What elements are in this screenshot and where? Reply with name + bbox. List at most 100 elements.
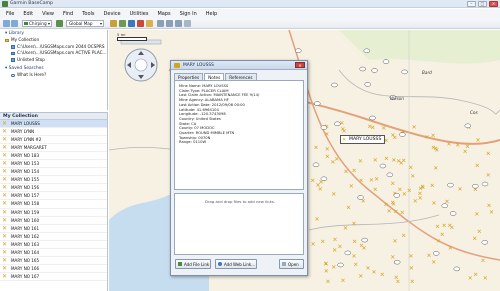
waypoint-marker-icon[interactable]: ✕ xyxy=(358,158,363,165)
waypoint-marker-icon[interactable]: ✕ xyxy=(434,147,439,154)
waypoint-marker-icon[interactable]: ✕ xyxy=(390,132,395,139)
waypoint-marker-icon[interactable]: ✕ xyxy=(436,238,441,245)
waypoint-marker-icon[interactable]: ✕ xyxy=(433,165,438,172)
waypoint-marker-icon[interactable]: ✕ xyxy=(468,275,473,282)
waypoint-marker-icon[interactable]: ✕ xyxy=(352,221,357,228)
collection-item[interactable]: ✕ MARY MARGARET xyxy=(0,144,107,153)
waypoint-marker-icon[interactable]: ✕ xyxy=(315,216,320,223)
waypoint-marker-icon[interactable]: ✕ xyxy=(383,202,388,209)
new-route-icon[interactable] xyxy=(119,20,126,27)
map-view-icon[interactable] xyxy=(56,20,63,27)
waypoint-marker-icon[interactable]: ✕ xyxy=(472,236,477,243)
waypoint-marker-icon[interactable]: ✕ xyxy=(352,167,357,174)
waypoint-marker-icon[interactable]: ✕ xyxy=(333,237,338,244)
collection-item[interactable]: ✕ MARY NO 167 xyxy=(0,273,107,281)
collection-item[interactable]: ✕ MARY NO 155 xyxy=(0,176,107,185)
waypoint-marker-icon[interactable]: ✕ xyxy=(440,232,445,239)
menu-device[interactable]: Device xyxy=(104,11,121,17)
waypoint-marker-icon[interactable]: ✕ xyxy=(401,232,406,239)
add-file-link-button[interactable]: Add File Link xyxy=(175,259,211,269)
back-icon[interactable] xyxy=(3,20,10,27)
waypoint-marker-icon[interactable]: ✕ xyxy=(369,177,374,184)
selected-waypoint-flag[interactable]: ✕ MARY LOUSSS xyxy=(340,135,386,144)
select-tool-icon[interactable] xyxy=(166,20,173,27)
links-drop-area[interactable]: Drag and drop files to add new links. xyxy=(174,193,304,255)
map-product-select[interactable]: Global Map ▾ xyxy=(66,20,104,27)
waypoint-marker-icon[interactable]: ✕ xyxy=(373,187,378,194)
waypoint-marker-icon[interactable]: ✕ xyxy=(489,209,494,216)
waypoint-marker-icon[interactable]: ✕ xyxy=(387,208,392,215)
waypoint-marker-icon[interactable]: ✕ xyxy=(424,134,429,141)
collection-item[interactable]: ✕ MARY NO 159 xyxy=(0,209,107,217)
collection-item[interactable]: ✕ MARY NO 183 xyxy=(0,152,107,161)
waypoint-marker-icon[interactable]: ✕ xyxy=(486,150,491,157)
waypoint-marker-icon[interactable]: ✕ xyxy=(431,132,436,139)
menu-help[interactable]: Help xyxy=(206,11,217,17)
waypoint-marker-icon[interactable]: ✕ xyxy=(341,278,346,285)
collection-item[interactable]: ✕ MARY NO 161 xyxy=(0,225,107,233)
menu-tools[interactable]: Tools xyxy=(82,11,94,17)
waypoint-marker-icon[interactable]: ✕ xyxy=(326,279,331,286)
new-waypoint-icon[interactable] xyxy=(110,20,117,27)
waypoint-marker-icon[interactable]: ✕ xyxy=(359,243,364,250)
waypoint-marker-icon[interactable]: ✕ xyxy=(408,165,413,172)
collection-item[interactable]: ✕ MARY NO 162 xyxy=(0,233,107,241)
waypoint-marker-icon[interactable]: ✕ xyxy=(352,253,357,260)
print-icon[interactable] xyxy=(184,20,191,27)
waypoint-marker-icon[interactable]: ✕ xyxy=(399,160,404,167)
collection-item[interactable]: ✕ MARY NO 156 xyxy=(0,184,107,193)
waypoint-marker-icon[interactable]: ✕ xyxy=(420,183,425,190)
waypoint-marker-icon[interactable]: ✕ xyxy=(359,178,364,185)
waypoint-marker-icon[interactable]: ✕ xyxy=(331,264,336,271)
menu-maps[interactable]: Maps xyxy=(157,11,170,17)
notes-textarea[interactable]: Mine Name: MARY LOUSSS Claim Type: PLACER… xyxy=(174,80,304,190)
waypoint-marker-icon[interactable]: ✕ xyxy=(372,269,377,276)
waypoint-marker-icon[interactable]: ✕ xyxy=(314,145,319,152)
waypoint-marker-icon[interactable]: ✕ xyxy=(331,191,336,198)
waypoint-marker-icon[interactable]: ✕ xyxy=(395,279,400,286)
waypoint-marker-icon[interactable]: ✕ xyxy=(332,247,337,254)
area-icon[interactable] xyxy=(146,20,153,27)
collection-item[interactable]: ✕ MARY NO 164 xyxy=(0,249,107,257)
waypoint-marker-icon[interactable]: ✕ xyxy=(325,154,330,161)
dialog-titlebar[interactable]: MARY LOUSSS ✕ xyxy=(171,61,307,70)
zoom-tool-icon[interactable] xyxy=(175,20,182,27)
waypoint-marker-icon[interactable]: ✕ xyxy=(325,146,330,153)
waypoint-marker-icon[interactable]: ✕ xyxy=(481,258,486,265)
waypoint-marker-icon[interactable]: ✕ xyxy=(463,149,468,156)
waypoint-marker-icon[interactable]: ✕ xyxy=(431,259,436,266)
collection-item[interactable]: ✕ MARY NO 158 xyxy=(0,200,107,209)
waypoint-marker-icon[interactable]: ✕ xyxy=(374,176,379,183)
collection-item[interactable]: ✕ MARY NO 165 xyxy=(0,257,107,265)
tab-references[interactable]: References xyxy=(225,73,257,80)
collection-item[interactable]: ✕ MARY LYNN xyxy=(0,128,107,137)
waypoint-marker-icon[interactable]: ✕ xyxy=(370,124,375,131)
tree-item-what-is-here[interactable]: What Is Here? xyxy=(0,72,107,79)
waypoint-marker-icon[interactable]: ✕ xyxy=(402,191,407,198)
waypoint-marker-icon[interactable]: ✕ xyxy=(316,182,321,189)
menu-sign-in[interactable]: Sign In xyxy=(180,11,197,17)
collection-item[interactable]: ✕ MARY NO 157 xyxy=(0,192,107,201)
waypoint-marker-icon[interactable]: ✕ xyxy=(477,229,482,236)
tab-notes[interactable]: Notes xyxy=(204,73,225,80)
waypoint-marker-icon[interactable]: ✕ xyxy=(458,186,463,193)
waypoint-marker-icon[interactable]: ✕ xyxy=(483,275,488,282)
menu-file[interactable]: File xyxy=(6,11,14,17)
waypoint-marker-icon[interactable]: ✕ xyxy=(349,183,354,190)
waypoint-marker-icon[interactable]: ✕ xyxy=(366,265,371,272)
collection-item[interactable]: ✕ MARY NO 163 xyxy=(0,241,107,249)
waypoint-marker-icon[interactable]: ✕ xyxy=(320,239,325,246)
waypoint-marker-icon[interactable]: ✕ xyxy=(486,172,491,179)
waypoint-marker-icon[interactable]: ✕ xyxy=(410,278,415,285)
menu-view[interactable]: View xyxy=(42,11,54,17)
waypoint-marker-icon[interactable]: ✕ xyxy=(474,211,479,218)
waypoint-marker-icon[interactable]: ✕ xyxy=(337,244,342,251)
waypoint-marker-icon[interactable]: ✕ xyxy=(352,238,357,245)
add-web-link-button[interactable]: Add Web Link... xyxy=(215,259,257,269)
waypoint-marker-icon[interactable]: ✕ xyxy=(358,273,363,280)
tree-item-unlisted-stop[interactable]: Unlisted Stop xyxy=(0,57,107,64)
waypoint-marker-icon[interactable]: ✕ xyxy=(400,210,405,217)
open-link-button[interactable]: Open xyxy=(279,259,304,269)
waypoint-marker-icon[interactable]: ✕ xyxy=(324,268,329,275)
menu-edit[interactable]: Edit xyxy=(23,11,33,17)
